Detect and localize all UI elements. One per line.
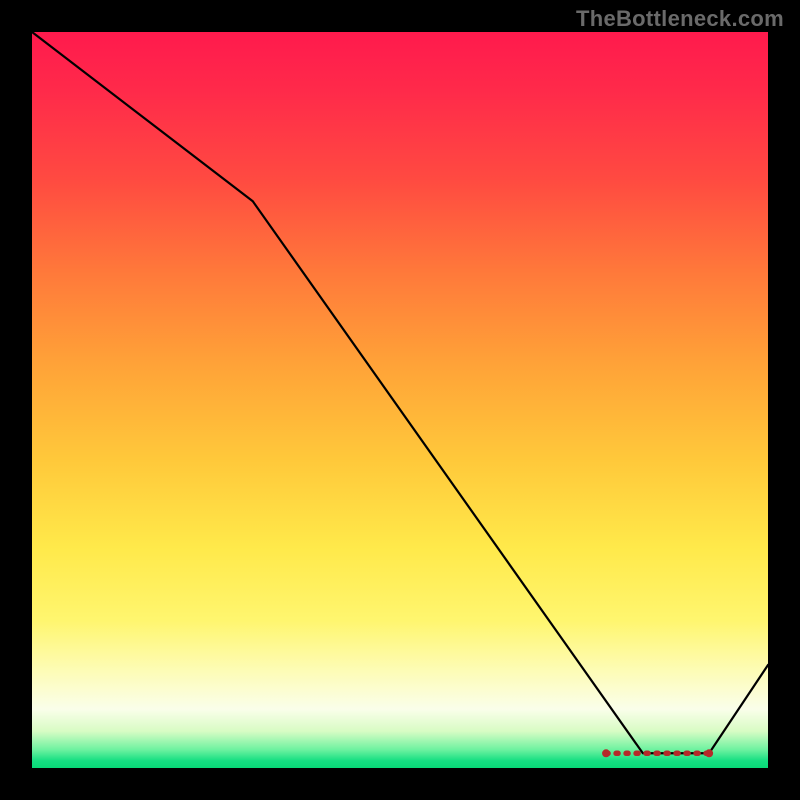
dashed-marker-end [705, 749, 713, 757]
plot-area [32, 32, 768, 768]
chart-svg [32, 32, 768, 768]
watermark-text: TheBottleneck.com [576, 6, 784, 32]
series-curve [32, 32, 768, 753]
chart-frame: TheBottleneck.com [0, 0, 800, 800]
dashed-marker-start [602, 749, 610, 757]
